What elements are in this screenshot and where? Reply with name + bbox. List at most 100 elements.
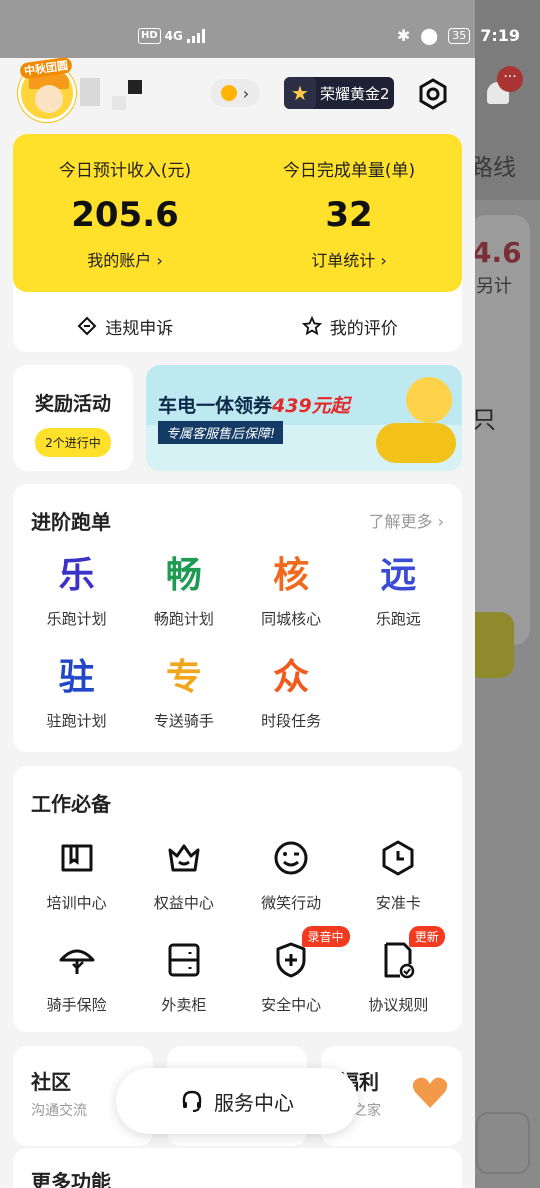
income-actions: 违规申诉 我的评价 [13,300,462,352]
reward-activities[interactable]: 奖励活动 2个进行中 [13,365,133,471]
rider-insurance-label: 骑手保险 [46,996,107,1014]
smile-icon [274,841,308,875]
chevron-right-icon: › [242,83,250,103]
agreement-rules[interactable]: 协议规则 更新 [345,926,452,1024]
background-routes-label: 路线 [470,155,516,181]
service-center-button[interactable]: 服务中心 [116,1068,358,1134]
banner-headline: 车电一体领券439元起 [158,391,350,418]
rider-insurance[interactable]: 骑手保险 [23,938,130,1024]
plan-chang[interactable]: 畅 畅跑计划 [130,554,237,640]
settings-icon[interactable] [417,78,449,110]
essentials-grid: 培训中心 权益中心 微笑行动 安准卡 骑手保险 外卖柜 安全中心 录音中 协议规… [23,836,452,1024]
expected-income-value: 205.6 [71,195,179,235]
reward-count-badge: 2个进行中 [35,428,111,457]
plan-city-core-glyph: 核 [273,555,310,596]
coin-button[interactable]: › [210,79,260,107]
essentials-title: 工作必备 [31,792,111,816]
headset-icon [182,1090,202,1112]
banner-headline-prefix: 车电一体领券 [158,395,273,417]
advanced-section: 进阶跑单 了解更多 › 乐 乐跑计划 畅 畅跑计划 核 同城核心 远 乐跑远 驻… [13,484,462,752]
locker-icon [168,943,200,977]
benefits-center[interactable]: 权益中心 [130,836,237,922]
star-icon: ★ [284,77,316,109]
safety-center-label: 安全中心 [261,996,322,1014]
background-sub-label: 另计 [476,276,512,297]
notification-badge: ··· [497,66,523,92]
appeal-button[interactable]: 违规申诉 [13,300,238,352]
network-type: 4G [164,29,183,43]
scooter-illustration [376,423,456,463]
user-name-redacted [128,80,142,94]
safety-card-label: 安准卡 [375,894,421,912]
income-summary: 今日预计收入(元) 205.6 我的账户 › 今日完成单量(单) 32 订单统计… [13,134,462,292]
orders-value: 32 [325,195,373,235]
coin-icon [220,85,237,101]
plan-city-core[interactable]: 核 同城核心 [238,554,345,640]
smile-action-label: 微笑行动 [261,894,322,912]
rider-illustration [406,377,452,423]
user-name-redacted [80,78,100,106]
plan-time-slot[interactable]: 众 时段任务 [238,656,345,742]
plan-time-slot-glyph: 众 [273,657,310,698]
orders-column[interactable]: 今日完成单量(单) 32 订单统计 › [237,156,461,271]
delivery-locker[interactable]: 外卖柜 [130,938,237,1024]
order-stats-link[interactable]: 订单统计 › [237,247,461,271]
plan-chang-glyph: 畅 [165,555,202,596]
service-center-label: 服务中心 [214,1090,294,1115]
safety-center[interactable]: 安全中心 录音中 [238,926,350,1024]
banner-headline-amount: 439元起 [272,395,350,417]
avatar-face [35,85,63,113]
delivery-locker-label: 外卖柜 [161,996,207,1014]
clock: 7:19 [480,26,520,45]
background-text: 只 [472,406,496,434]
book-icon [61,844,93,872]
advanced-title: 进阶跑单 [31,510,111,534]
background-button [472,612,514,678]
my-review-button[interactable]: 我的评价 [238,300,463,352]
community-title: 社区 [31,1070,71,1094]
plan-station[interactable]: 驻 驻跑计划 [23,656,130,742]
heart-icon [412,1077,448,1108]
expected-income-column[interactable]: 今日预计收入(元) 205.6 我的账户 › [13,156,237,271]
benefits-center-label: 权益中心 [153,894,214,912]
plan-dedicated-glyph: 专 [165,657,202,698]
umbrella-icon [59,949,95,974]
plan-city-core-label: 同城核心 [261,610,322,628]
plan-le-glyph: 乐 [58,555,95,596]
more-functions-card: 更多功能 [13,1148,462,1188]
network-indicators: HD 4G [138,28,205,44]
appeal-icon [77,316,97,336]
plan-far-label: 乐跑远 [375,610,421,628]
hd-badge: HD [138,28,161,44]
plan-le[interactable]: 乐 乐跑计划 [23,554,130,640]
plan-le-label: 乐跑计划 [46,610,107,628]
plan-far[interactable]: 远 乐跑远 [345,554,452,640]
side-drawer: 中秋团圆 › ★ 荣耀黄金2 今日预计收入(元) 205.6 我的账户 › 今日… [0,0,475,1188]
expected-income-label: 今日预计收入(元) [58,161,192,181]
plan-time-slot-label: 时段任务 [261,712,322,730]
more-functions-title: 更多功能 [31,1170,111,1188]
plan-far-glyph: 远 [380,555,417,596]
training-center[interactable]: 培训中心 [23,836,130,922]
plan-dedicated-label: 专送骑手 [153,712,214,730]
income-card: 今日预计收入(元) 205.6 我的账户 › 今日完成单量(单) 32 订单统计… [13,134,462,352]
recording-tag: 录音中 [301,926,350,947]
my-review-label: 我的评价 [329,318,398,339]
rank-label: 荣耀黄金2 [320,84,390,103]
rank-badge[interactable]: ★ 荣耀黄金2 [284,77,394,109]
plan-chang-label: 畅跑计划 [153,610,214,628]
community-subtitle: 沟通交流 [31,1103,87,1119]
location-icon: ⬤ [420,26,439,45]
my-account-link[interactable]: 我的账户 › [13,247,237,271]
orders-label: 今日完成单量(单) [282,161,416,181]
smile-action[interactable]: 微笑行动 [238,836,345,922]
promo-banner[interactable]: 车电一体领券439元起 专属客服售后保障! [146,365,462,471]
safety-card[interactable]: 安准卡 [345,836,452,922]
learn-more-link[interactable]: 了解更多 › [369,508,445,532]
plan-dedicated[interactable]: 专 专送骑手 [130,656,237,742]
banner-subtitle: 专属客服售后保障! [158,421,284,444]
status-bar: HD 4G ✱ ⬤ 35 7:19 [0,0,540,60]
clock-shield-icon [382,840,414,876]
agreement-rules-label: 协议规则 [368,996,429,1014]
background-bottom-box [476,1112,530,1174]
